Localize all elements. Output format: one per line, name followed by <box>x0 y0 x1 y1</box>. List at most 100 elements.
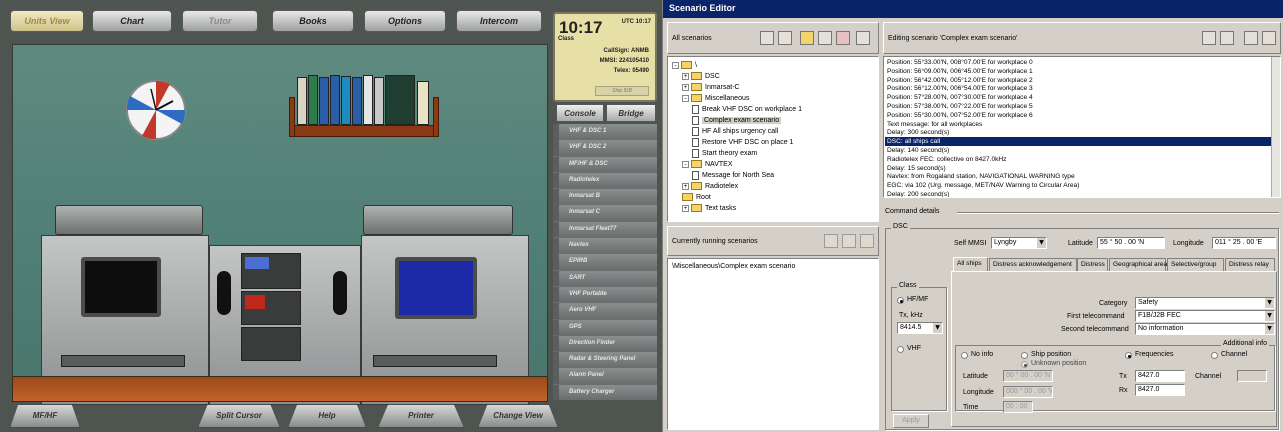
info-time-field[interactable]: 00 : 00 <box>1003 401 1033 413</box>
command-item[interactable]: DSC: all ships call <box>885 137 1273 146</box>
command-item[interactable]: Delay: 140 second(s) <box>885 146 1273 155</box>
channel-radio[interactable] <box>1211 352 1218 359</box>
new-folder-icon[interactable] <box>800 31 814 45</box>
right-monitor-screen[interactable] <box>395 257 477 319</box>
tree-item[interactable]: Message for North Sea <box>692 170 774 180</box>
equipment-item[interactable]: Alarm Panel <box>553 368 657 384</box>
expand-icon[interactable]: + <box>682 72 689 80</box>
equipment-item[interactable]: VHF & DSC 1 <box>553 124 657 140</box>
collapse-icon[interactable]: - <box>672 61 679 69</box>
command-item[interactable]: Navtex: from Rogaland station, NAVIGATIO… <box>885 172 1273 181</box>
tree-item[interactable]: Restore VHF DSC on place 1 <box>692 137 793 147</box>
tree-item[interactable]: + Inmarsat-C <box>682 82 740 92</box>
tab-distress[interactable]: Distress <box>1077 258 1108 271</box>
tab-distress-relay[interactable]: Distress relay <box>1225 258 1275 271</box>
book-icon[interactable] <box>363 75 373 125</box>
top-button-units-view[interactable]: Units View <box>10 10 84 32</box>
tab-bridge[interactable]: Bridge <box>606 104 656 122</box>
top-button-intercom[interactable]: Intercom <box>456 10 542 32</box>
tree-item[interactable]: + Text tasks <box>682 203 736 213</box>
equipment-item[interactable]: GPS <box>553 319 657 336</box>
tree-item[interactable]: Root <box>682 192 711 202</box>
tree-item[interactable]: - NAVTEX <box>682 159 733 169</box>
equipment-item[interactable]: Inmarsat C <box>553 205 657 221</box>
book-icon[interactable] <box>297 77 307 125</box>
command-item[interactable]: Position: 56°09.00'N, 006°45.00'E for wo… <box>885 67 1273 76</box>
tab-selective-group[interactable]: Selective/group <box>1167 258 1224 271</box>
unknown-position-radio[interactable] <box>1021 361 1028 368</box>
command-item[interactable]: Radiotelex FEC: collective on 8427.0kHz <box>885 155 1273 164</box>
collapse-icon[interactable]: - <box>682 94 689 102</box>
book-icon[interactable] <box>319 77 329 125</box>
bottom-button-split-cursor[interactable]: Split Cursor <box>198 404 280 428</box>
command-item[interactable]: Text message: for all workplaces <box>885 120 1273 129</box>
equipment-item[interactable]: Battery Charger <box>553 384 657 401</box>
expand-icon[interactable]: + <box>682 182 689 190</box>
pause-icon[interactable] <box>824 234 838 248</box>
ship-position-radio[interactable] <box>1021 352 1028 359</box>
tab-console[interactable]: Console <box>556 104 604 122</box>
command-item[interactable]: Position: 57°28.00'N, 007°30.00'E for wo… <box>885 93 1273 102</box>
frequencies-radio[interactable] <box>1125 352 1132 359</box>
radio-unit-bottom[interactable] <box>241 327 301 361</box>
info-latitude-field[interactable]: 00 ° 00 . 00 'N <box>1003 370 1053 382</box>
equipment-item[interactable]: EPIRB <box>553 254 657 270</box>
left-handset-icon[interactable] <box>217 271 231 315</box>
tab-geographical-area[interactable]: Geographical area <box>1109 258 1167 271</box>
tx-khz-select[interactable]: 8414.5 ▼ <box>897 322 943 334</box>
tree-item[interactable]: - \ <box>672 60 697 70</box>
bookshelf[interactable] <box>289 125 439 137</box>
run-icon[interactable] <box>856 31 870 45</box>
rx-field[interactable]: 8427.0 <box>1135 384 1185 396</box>
command-item[interactable]: Delay: 200 second(s) <box>885 190 1273 197</box>
latitude-field[interactable]: 55 ° 50 . 00 'N <box>1097 237 1165 249</box>
new-scenario-icon[interactable] <box>818 31 832 45</box>
delete-command-icon[interactable] <box>1262 31 1276 45</box>
equipment-item[interactable]: Inmarsat Fleet77 <box>553 221 657 238</box>
copy-icon[interactable] <box>760 31 774 45</box>
hfmf-radio[interactable] <box>897 297 904 304</box>
equipment-item[interactable]: VHF Portable <box>553 286 657 303</box>
move-up-icon[interactable] <box>1202 31 1216 45</box>
channel-field[interactable] <box>1237 370 1267 382</box>
equipment-item[interactable]: VHF & DSC 2 <box>553 140 657 156</box>
running-scenario-item[interactable]: \Miscellaneous\Complex exam scenario <box>672 263 795 270</box>
vhf-radio[interactable] <box>897 346 904 353</box>
tx-field[interactable]: 8427.0 <box>1135 370 1185 382</box>
book-icon[interactable] <box>385 75 415 125</box>
ship-id-button[interactable]: Ship IDB <box>595 86 649 96</box>
resume-icon[interactable] <box>860 234 874 248</box>
expand-icon[interactable]: + <box>682 83 689 91</box>
top-button-tutor[interactable]: Tutor <box>182 10 258 32</box>
equipment-item[interactable]: Inmarsat B <box>553 189 657 205</box>
tab-distress-acknowledgement[interactable]: Distress acknowledgement <box>989 258 1077 271</box>
book-icon[interactable] <box>341 76 351 125</box>
book-icon[interactable] <box>417 81 429 125</box>
self-mmsi-select[interactable]: Lyngby ▼ <box>991 237 1047 249</box>
equipment-item[interactable]: Aero VHF <box>553 303 657 319</box>
info-longitude-field[interactable]: 000 ° 00 . 00 'W <box>1003 386 1053 398</box>
apply-button[interactable]: Apply <box>893 414 929 428</box>
top-button-options[interactable]: Options <box>364 10 446 32</box>
command-item[interactable]: Position: 57°38.00'N, 007°22.00'E for wo… <box>885 102 1273 111</box>
command-item[interactable]: Position: 55°33.00'N, 008°07.00'E for wo… <box>885 58 1273 67</box>
top-button-books[interactable]: Books <box>272 10 354 32</box>
bottom-button-mf-hf[interactable]: MF/HF <box>10 404 80 428</box>
move-down-icon[interactable] <box>1220 31 1234 45</box>
command-item[interactable]: EGC: via 102 (Urg. message, MET/NAV Warn… <box>885 181 1273 190</box>
command-item[interactable]: Delay: 300 second(s) <box>885 128 1273 137</box>
command-item[interactable]: Position: 55°30.00'N, 007°52.00'E for wo… <box>885 111 1273 120</box>
expand-icon[interactable]: + <box>682 204 689 212</box>
book-icon[interactable] <box>352 77 362 125</box>
longitude-field[interactable]: 011 ° 25 . 00 'E <box>1212 237 1276 249</box>
stop-icon[interactable] <box>842 234 856 248</box>
tree-item[interactable]: + Radiotelex <box>682 181 738 191</box>
tree-item[interactable]: HF All ships urgency call <box>692 126 778 136</box>
equipment-item[interactable]: Navtex <box>553 238 657 254</box>
right-keyboard[interactable] <box>373 355 497 367</box>
delete-icon[interactable] <box>836 31 850 45</box>
book-icon[interactable] <box>330 75 340 125</box>
equipment-item[interactable]: Radar & Steering Panel <box>553 352 657 368</box>
left-printer[interactable] <box>55 205 203 235</box>
second-telecommand-select[interactable]: No information ▼ <box>1135 323 1275 335</box>
